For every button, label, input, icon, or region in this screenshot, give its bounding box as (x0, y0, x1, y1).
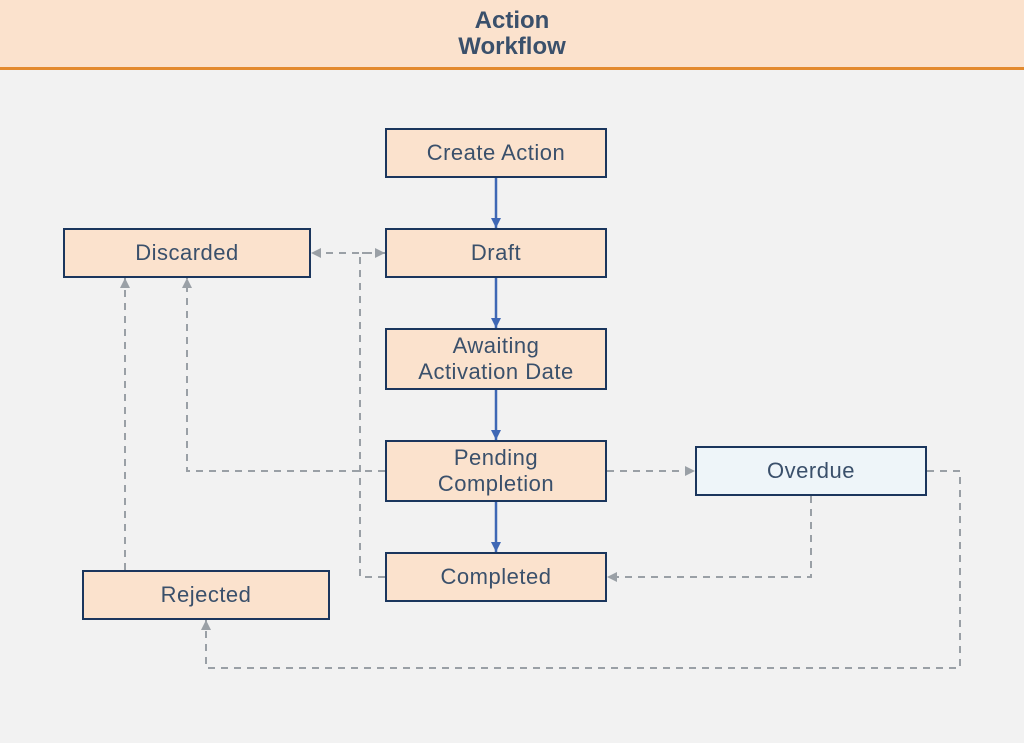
node-completed: Completed (385, 552, 607, 602)
node-create-action: Create Action (385, 128, 607, 178)
workflow-canvas: Create Action Draft Discarded AwaitingAc… (0, 70, 1024, 738)
node-discarded: Discarded (63, 228, 311, 278)
node-pending: PendingCompletion (385, 440, 607, 502)
edge-completed-to-draft (360, 253, 385, 577)
node-draft: Draft (385, 228, 607, 278)
header: Action Workflow (0, 0, 1024, 70)
node-rejected: Rejected (82, 570, 330, 620)
edge-pending-to-discarded (187, 278, 385, 471)
page-title: Action Workflow (0, 8, 1024, 61)
title-line-2: Workflow (458, 33, 566, 60)
edge-overdue-to-completed (607, 496, 811, 577)
title-line-1: Action (475, 7, 550, 34)
node-awaiting: AwaitingActivation Date (385, 328, 607, 390)
node-overdue: Overdue (695, 446, 927, 496)
